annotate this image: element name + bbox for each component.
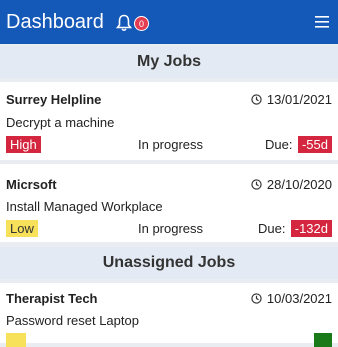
job-task: Password reset Laptop [6,313,139,328]
job-task: Decrypt a machine [6,115,115,130]
due-badge: -55d [297,136,332,153]
job-date-text: 28/10/2020 [266,177,332,192]
priority-badge: High [6,136,41,153]
job-client: Micrsoft [6,177,57,192]
job-date: 28/10/2020 [251,177,332,192]
priority-badge [6,333,26,347]
app-title: Dashboard [6,11,104,33]
job-card[interactable]: Micrsoft 28/10/2020 Install Managed Work… [0,164,338,242]
due-badge [314,333,332,347]
job-status: In progress [138,137,204,152]
job-card[interactable]: Surrey Helpline 13/01/2021 Decrypt a mac… [0,82,338,160]
section-title-unassigned-jobs: Unassigned Jobs [0,247,338,279]
clock-icon [251,179,262,190]
job-status: In progress [138,221,204,236]
top-app-bar: Dashboard 0 [0,0,338,44]
due-label: Due: [258,221,286,236]
section-title-my-jobs: My Jobs [0,46,338,78]
clock-icon [251,293,262,304]
clock-icon [251,94,262,105]
job-task: Install Managed Workplace [6,199,163,214]
job-date-text: 13/01/2021 [266,92,332,107]
job-date: 10/03/2021 [251,291,332,306]
due-badge: -132d [290,220,332,237]
notification-count-badge[interactable]: 0 [134,16,149,31]
job-date-text: 10/03/2021 [266,291,332,306]
job-client: Therapist Tech [6,291,98,306]
job-client: Surrey Helpline [6,92,102,107]
bell-icon[interactable] [116,14,132,32]
priority-badge: Low [6,220,38,237]
job-card[interactable]: Therapist Tech 10/03/2021 Password reset… [0,283,338,347]
job-date: 13/01/2021 [251,92,332,107]
hamburger-menu-icon[interactable] [315,16,329,28]
due-label: Due: [265,137,293,152]
